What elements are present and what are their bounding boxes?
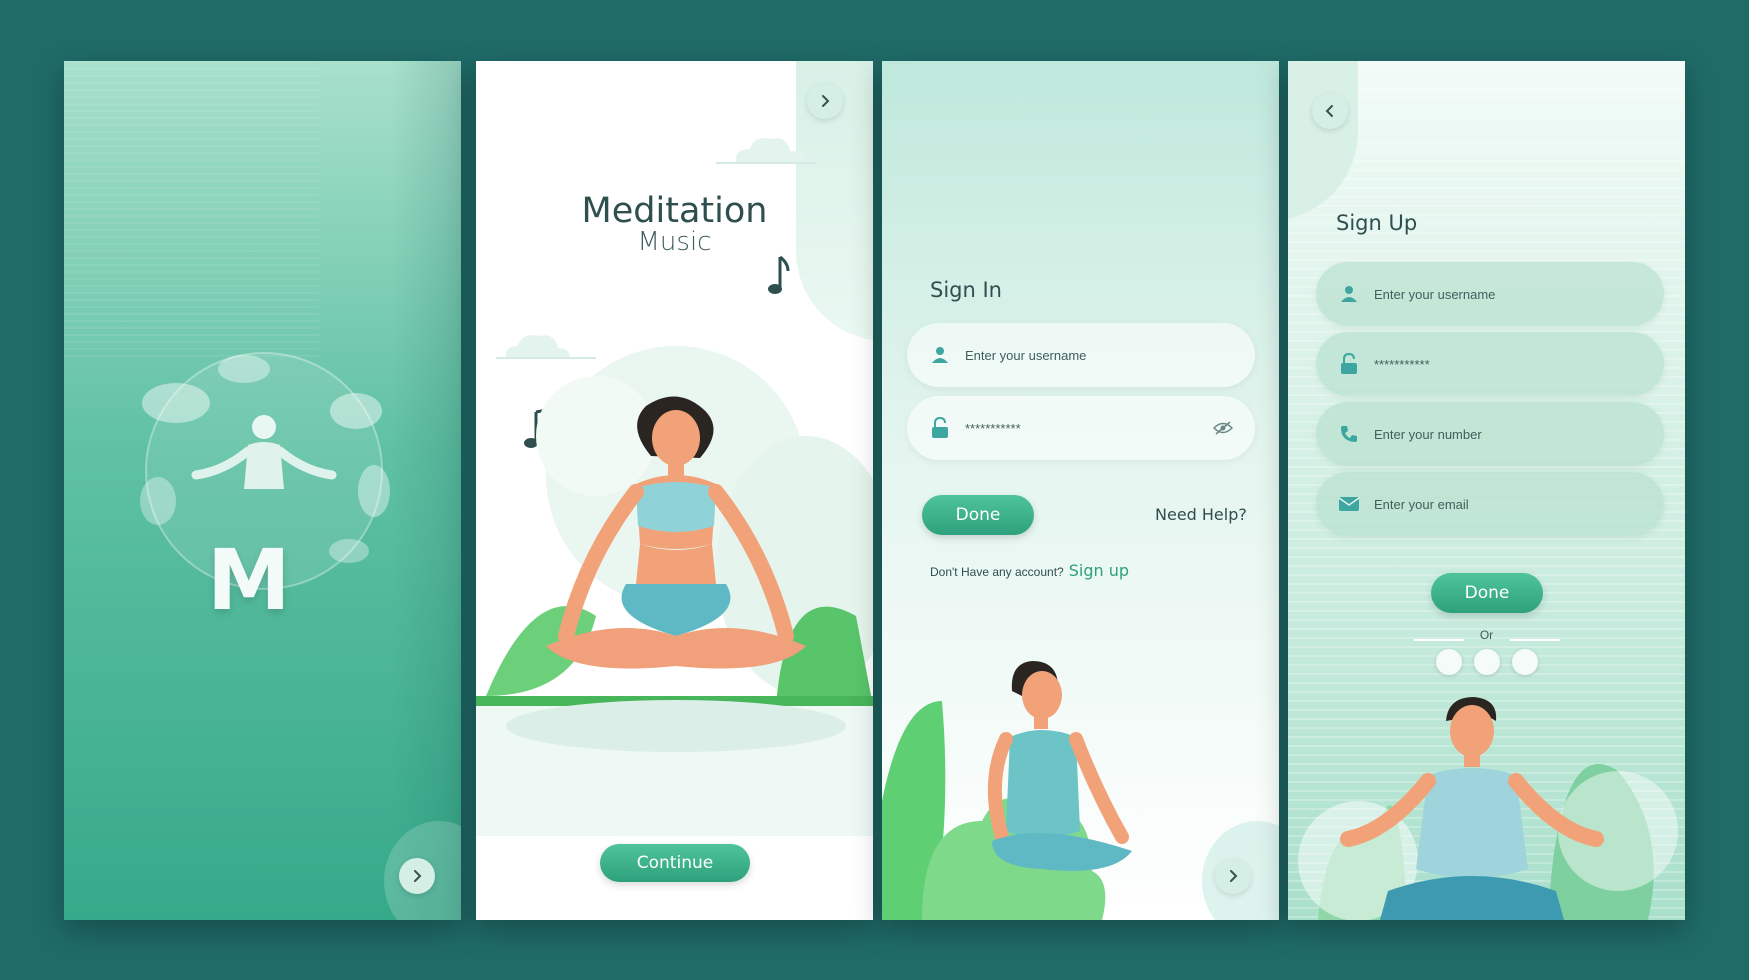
music-note-icon <box>768 255 790 294</box>
page-title: Meditation <box>581 191 768 231</box>
username-field[interactable] <box>1316 262 1664 326</box>
page-subtitle: Music <box>637 227 712 257</box>
signup-screen: Sign Up Done Or <box>1288 61 1685 920</box>
number-input[interactable] <box>1372 425 1664 443</box>
email-field[interactable] <box>1316 472 1664 536</box>
chevron-left-icon <box>1325 105 1333 117</box>
need-help-link[interactable]: Need Help? <box>1155 505 1247 524</box>
done-button[interactable]: Done <box>1431 573 1543 613</box>
signup-link[interactable]: Sign up <box>1069 561 1129 580</box>
intro-screen: Meditation Music Continue <box>476 61 873 920</box>
social-login-button[interactable] <box>1512 649 1538 675</box>
signin-screen: Sign In Done Need Help? Don't Have any a… <box>882 61 1279 920</box>
social-login-button[interactable] <box>1436 649 1462 675</box>
side-shade <box>391 61 461 920</box>
chevron-right-icon <box>414 870 422 882</box>
user-icon <box>1338 283 1360 305</box>
password-field[interactable] <box>1316 332 1664 396</box>
continue-button[interactable]: Continue <box>600 844 750 882</box>
next-button[interactable] <box>399 858 435 894</box>
chevron-right-icon <box>822 95 830 107</box>
cloud-icon <box>716 138 816 164</box>
user-icon <box>929 344 951 366</box>
meditating-man-illustration <box>1298 697 1678 920</box>
lock-icon <box>929 417 951 439</box>
username-input[interactable] <box>1372 285 1664 303</box>
logo-letter: M <box>207 531 291 629</box>
meditating-woman-illustration <box>476 346 873 836</box>
stripe-overlay <box>64 61 319 361</box>
done-button[interactable]: Done <box>922 495 1034 535</box>
divider-right <box>1510 639 1560 641</box>
number-field[interactable] <box>1316 402 1664 466</box>
next-button[interactable] <box>807 83 843 119</box>
splash-screen: M <box>64 61 461 920</box>
social-login-button[interactable] <box>1474 649 1500 675</box>
username-input[interactable] <box>963 346 1255 364</box>
eye-off-icon[interactable] <box>1213 421 1233 435</box>
username-field[interactable] <box>907 323 1255 387</box>
no-account-row: Don't Have any account? Sign up <box>930 561 1129 580</box>
mail-icon <box>1338 493 1360 515</box>
lock-icon <box>1338 353 1360 375</box>
chevron-right-icon <box>1230 870 1238 882</box>
back-button[interactable] <box>1312 93 1348 129</box>
email-input[interactable] <box>1372 495 1664 513</box>
next-button[interactable] <box>1215 858 1251 894</box>
page-title: Sign In <box>930 278 1002 302</box>
password-input[interactable] <box>1372 355 1664 373</box>
password-input[interactable] <box>963 419 1213 437</box>
phone-icon <box>1338 423 1360 445</box>
or-label: Or <box>1479 628 1494 642</box>
password-field[interactable] <box>907 396 1255 460</box>
no-account-text: Don't Have any account? <box>930 565 1064 579</box>
page-title: Sign Up <box>1336 211 1418 235</box>
